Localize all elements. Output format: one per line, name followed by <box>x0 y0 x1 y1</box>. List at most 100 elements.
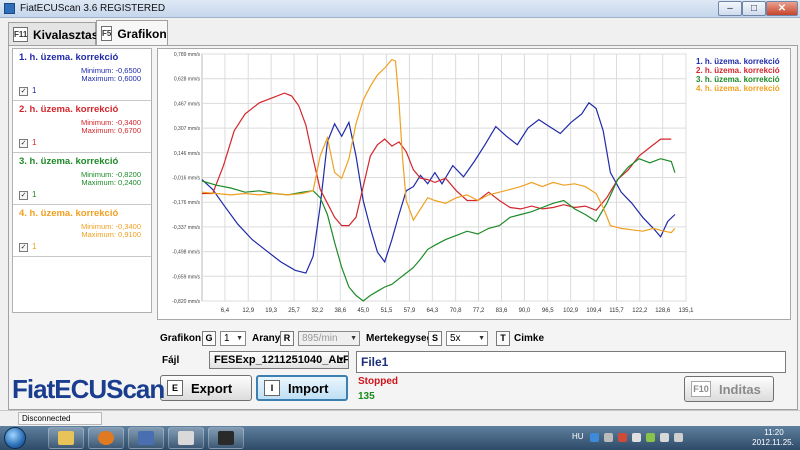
channel-item: 4. h. üzema. korrekció Minimum: -0,3400 … <box>13 205 151 257</box>
mertekegyseg-select[interactable]: 5x ▼ <box>446 331 488 346</box>
y-tick-label: -0,659 mm/s <box>172 274 200 280</box>
x-tick-label: 6,4 <box>221 308 230 314</box>
chevron-down-icon: ▼ <box>337 355 345 364</box>
line-chart: 0,789 mm/s 0,628 mm/s 0,467 mm/s 0,307 mm/s… <box>172 52 780 314</box>
minimize-button[interactable]: – <box>718 1 742 16</box>
import-button[interactable]: I Import <box>256 375 348 401</box>
taskbar-save[interactable] <box>128 427 164 449</box>
taskbar-chat[interactable] <box>168 427 204 449</box>
channel-item: 2. h. üzema. korrekció Minimum: -0,3400 … <box>13 101 151 153</box>
channel-title: 3. h. üzema. korrekció <box>19 156 119 167</box>
x-tick-label: 135,1 <box>678 308 694 314</box>
tab-label: Kivalasztas <box>33 27 99 42</box>
x-tick-label: 25,7 <box>288 308 300 314</box>
chart-area: 0,789 mm/s 0,628 mm/s 0,467 mm/s 0,307 mm/s… <box>157 48 791 320</box>
channel-checkbox[interactable]: ✓ <box>19 139 28 148</box>
chat-icon <box>178 431 194 445</box>
channel-number: 1 <box>32 190 37 199</box>
tray-icon[interactable] <box>632 433 641 442</box>
app-icon <box>4 3 15 14</box>
x-tick-label: 19,3 <box>265 308 277 314</box>
x-tick-label: 70,8 <box>450 308 462 314</box>
file-select[interactable]: FESExp_1211251040_ALFA ▼ <box>209 351 349 369</box>
x-tick-label: 51,5 <box>381 308 393 314</box>
inditas-key: F10 <box>691 381 711 397</box>
channel-max: Maximum: 0,6000 <box>81 74 141 83</box>
ecuscan-icon <box>218 431 234 445</box>
grafikon-select[interactable]: 1 ▼ <box>220 331 246 346</box>
legend-item: 3. h. üzema. korrekció <box>696 75 780 84</box>
app-logo: FiatECUScan <box>12 374 165 404</box>
inditas-button[interactable]: F10 Inditas <box>684 376 774 402</box>
volume-icon[interactable] <box>674 433 683 442</box>
mertekegyseg-value: 5x <box>450 333 461 344</box>
y-tick-label: 0,628 mm/s <box>174 77 201 83</box>
clock-date[interactable]: 2012.11.25. <box>748 438 798 447</box>
close-button[interactable]: ✕ <box>766 1 798 16</box>
cimke-key[interactable]: T <box>496 331 510 346</box>
arany-input[interactable]: 895/min ▼ <box>298 331 360 346</box>
taskbar-firefox[interactable] <box>88 427 124 449</box>
x-tick-label: 115,7 <box>609 308 624 314</box>
battery-icon[interactable] <box>646 433 655 442</box>
tab-kivalasztas[interactable]: F11 Kivalasztas <box>8 22 99 46</box>
x-tick-label: 64,3 <box>427 308 439 314</box>
window-title: FiatECUScan 3.6 REGISTERED <box>20 3 166 14</box>
channel-checkbox[interactable]: ✓ <box>19 243 28 252</box>
x-tick-label: 12,9 <box>242 308 254 314</box>
chevron-down-icon: ▼ <box>478 335 485 342</box>
start-button[interactable] <box>4 427 26 449</box>
y-tick-label: -0,337 mm/s <box>172 225 200 231</box>
x-tick-label: 128,6 <box>655 308 671 314</box>
y-tick-label: 0,789 mm/s <box>174 52 201 58</box>
channel-max: Maximum: 0,6700 <box>81 126 141 135</box>
taskbar-explorer[interactable] <box>48 427 84 449</box>
legend-item: 2. h. üzema. korrekció <box>696 66 780 75</box>
tray-icon[interactable] <box>618 433 627 442</box>
channel-number: 1 <box>32 242 37 251</box>
channel-number: 1 <box>32 138 37 147</box>
disk-icon <box>138 431 154 445</box>
language-indicator[interactable]: HU <box>572 432 584 441</box>
legend-item: 4. h. üzema. korrekció <box>696 84 780 93</box>
channel-item: 1. h. üzema. korrekció Minimum: -0,6500 … <box>13 49 151 101</box>
maximize-button[interactable]: □ <box>742 1 766 16</box>
tab-grafikon[interactable]: F5 Grafikon <box>96 20 168 46</box>
channel-max: Maximum: 0,2400 <box>81 178 141 187</box>
channel-title: 4. h. üzema. korrekció <box>19 208 119 219</box>
channel-list: 1. h. üzema. korrekció Minimum: -0,6500 … <box>12 48 152 313</box>
network-icon[interactable] <box>660 433 669 442</box>
x-tick-label: 102,9 <box>563 308 579 314</box>
clock-time[interactable]: 11:20 <box>752 428 796 437</box>
fajl-label: Fájl <box>162 355 180 366</box>
file-select-value: FESExp_1211251040_ALFA <box>214 354 349 366</box>
y-tick-label: 0,467 mm/s <box>174 101 201 107</box>
bluetooth-icon[interactable] <box>590 433 599 442</box>
mertekegyseg-key: S <box>428 331 442 346</box>
mertekegyseg-label: Mertekegyseg <box>366 333 433 344</box>
folder-icon <box>58 431 74 445</box>
arany-value: 895/min <box>302 333 338 344</box>
channel-title: 1. h. üzema. korrekció <box>19 52 119 63</box>
chevron-down-icon: ▼ <box>236 335 243 342</box>
export-button[interactable]: E Export <box>160 375 252 401</box>
channel-number: 1 <box>32 86 37 95</box>
export-label: Export <box>191 380 233 396</box>
legend-item: 1. h. üzema. korrekció <box>696 57 780 66</box>
channel-checkbox[interactable]: ✓ <box>19 87 28 96</box>
x-tick-label: 38,6 <box>334 308 346 314</box>
arany-key: R <box>280 331 294 346</box>
title-bar: FiatECUScan 3.6 REGISTERED – □ ✕ <box>0 0 800 18</box>
inditas-label: Inditas <box>719 381 761 397</box>
channel-max: Maximum: 0,9100 <box>81 230 141 239</box>
tab-key-f11: F11 <box>13 27 28 42</box>
taskbar-fiatecuscan[interactable] <box>208 427 244 449</box>
x-tick-label: 90,0 <box>519 308 531 314</box>
channel-checkbox[interactable]: ✓ <box>19 191 28 200</box>
x-tick-label: 96,5 <box>542 308 554 314</box>
grafikon-label: Grafikon <box>160 333 202 344</box>
export-key: E <box>167 380 183 396</box>
file-name-field[interactable]: File1 <box>356 351 786 373</box>
tray-icon[interactable] <box>604 433 613 442</box>
y-tick-label: -0,498 mm/s <box>172 250 200 256</box>
